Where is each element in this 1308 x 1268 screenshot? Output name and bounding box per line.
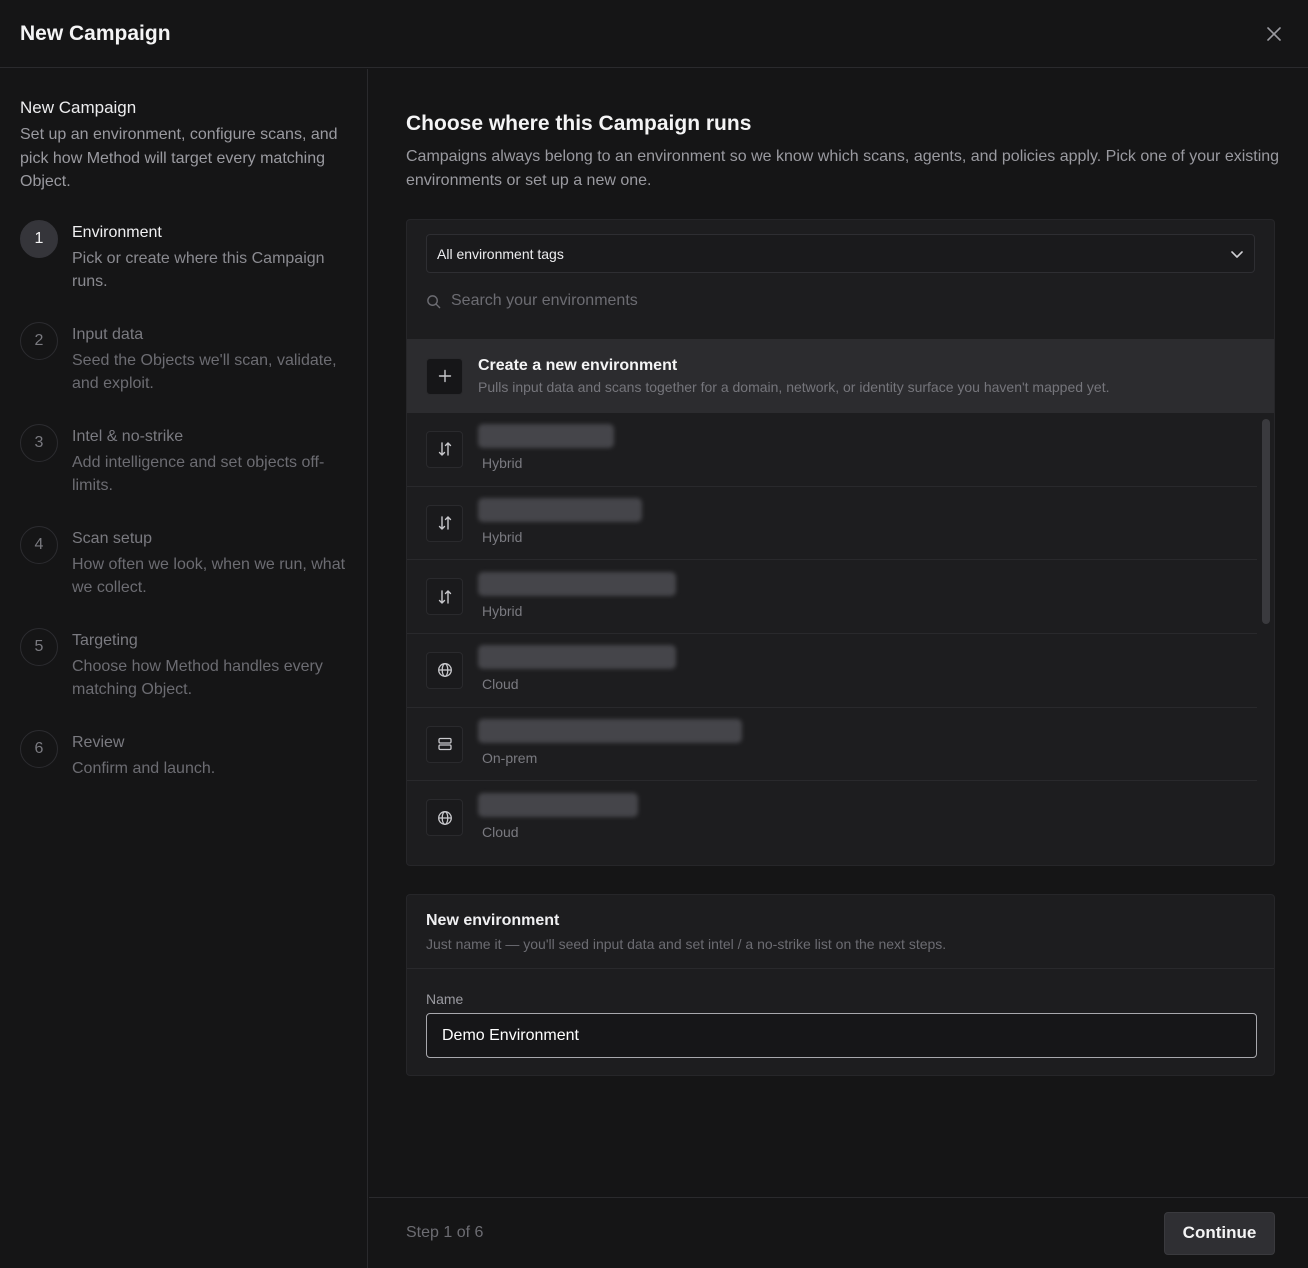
create-environment-description: Pulls input data and scans together for … bbox=[478, 379, 1110, 395]
redacted-environment-name bbox=[478, 498, 642, 523]
tag-select-value: All environment tags bbox=[437, 245, 564, 262]
step-number: 3 bbox=[20, 423, 58, 462]
step-number: 5 bbox=[20, 627, 58, 666]
create-environment-title: Create a new environment bbox=[478, 357, 678, 374]
step-number: 6 bbox=[20, 729, 58, 768]
redacted-environment-name bbox=[478, 424, 614, 449]
environment-tag-select[interactable]: All environment tags bbox=[426, 234, 1255, 273]
main-panel: Choose where this Campaign runs Campaign… bbox=[369, 69, 1308, 1197]
step-indicator: Step 1 of 6 bbox=[406, 1224, 484, 1241]
step-description: Pick or create where this Campaign runs. bbox=[72, 249, 325, 291]
redacted-environment-name bbox=[478, 571, 676, 596]
sync-arrows-icon bbox=[438, 442, 451, 457]
server-icon bbox=[437, 737, 452, 751]
page-description: Campaigns always belong to an environmen… bbox=[406, 148, 1280, 189]
continue-button[interactable]: Continue bbox=[1164, 1211, 1275, 1255]
search-bar bbox=[426, 292, 1151, 310]
step-environment[interactable]: 1 Environment Pick or create where this … bbox=[20, 219, 347, 322]
redacted-environment-name bbox=[478, 719, 742, 744]
environment-name-input[interactable] bbox=[426, 1013, 1257, 1058]
environment-row[interactable]: Cloud bbox=[407, 634, 1257, 708]
step-title: Targeting bbox=[72, 631, 138, 649]
close-icon bbox=[1267, 26, 1281, 41]
page-title: Choose where this Campaign runs bbox=[406, 112, 752, 135]
chevron-down-icon bbox=[1231, 250, 1243, 258]
step-number: 2 bbox=[20, 321, 58, 360]
modal-title: New Campaign bbox=[20, 21, 171, 45]
step-title: Environment bbox=[72, 223, 162, 241]
environment-type: Hybrid bbox=[482, 602, 523, 619]
step-title: Review bbox=[72, 733, 125, 751]
environment-row[interactable]: Cloud bbox=[407, 781, 1257, 853]
step-title: Input data bbox=[72, 325, 144, 343]
environment-row[interactable]: Hybrid bbox=[407, 413, 1257, 487]
step-description: Choose how Method handles every matching… bbox=[72, 657, 323, 699]
step-title: Scan setup bbox=[72, 529, 153, 547]
sync-arrows-icon bbox=[438, 590, 451, 604]
step-description: Confirm and launch. bbox=[72, 759, 216, 777]
globe-icon bbox=[437, 663, 452, 678]
sidebar-title: New Campaign bbox=[20, 98, 137, 117]
step-scan-setup[interactable]: 4 Scan setup How often we look, when we … bbox=[20, 525, 347, 628]
environment-row[interactable]: On-prem bbox=[407, 708, 1257, 782]
new-environment-description: Just name it — you'll seed input data an… bbox=[426, 936, 947, 952]
step-review[interactable]: 6 Review Confirm and launch. bbox=[20, 729, 347, 832]
new-environment-title: New environment bbox=[426, 912, 560, 929]
step-description: How often we look, when we run, what we … bbox=[72, 555, 346, 597]
step-list: 1 Environment Pick or create where this … bbox=[20, 219, 347, 832]
step-description: Add intelligence and set objects off-lim… bbox=[72, 453, 325, 495]
environment-picker: All environment tags Create a new enviro… bbox=[406, 219, 1275, 866]
plus-icon bbox=[438, 369, 451, 383]
wizard-sidebar: New Campaign Set up an environment, conf… bbox=[0, 69, 368, 1268]
environment-list: Hybrid Hybrid Hybrid Cloud On-prem Cloud bbox=[407, 413, 1257, 853]
environment-type: Cloud bbox=[482, 823, 519, 840]
sync-arrows-icon bbox=[438, 516, 451, 530]
create-environment-option[interactable]: Create a new environment Pulls input dat… bbox=[407, 339, 1274, 413]
step-number: 1 bbox=[20, 219, 58, 258]
plus-icon-box bbox=[426, 357, 463, 395]
wizard-footer: Step 1 of 6 Continue bbox=[369, 1197, 1308, 1268]
step-title: Intel & no-strike bbox=[72, 427, 184, 445]
environment-type: Hybrid bbox=[482, 455, 523, 472]
redacted-environment-name bbox=[478, 792, 638, 817]
environment-row[interactable]: Hybrid bbox=[407, 560, 1257, 635]
search-icon bbox=[427, 294, 441, 308]
name-label: Name bbox=[426, 991, 464, 1007]
step-number: 4 bbox=[20, 525, 58, 564]
new-environment-form: New environment Just name it — you'll se… bbox=[406, 894, 1275, 1076]
step-targeting[interactable]: 5 Targeting Choose how Method handles ev… bbox=[20, 627, 347, 730]
step-intel-no-strike[interactable]: 3 Intel & no-strike Add intelligence and… bbox=[20, 423, 347, 526]
close-button[interactable] bbox=[1260, 20, 1288, 48]
environment-list-scrollbar[interactable] bbox=[1262, 419, 1270, 624]
environment-search-input[interactable] bbox=[451, 292, 1151, 310]
step-input-data[interactable]: 2 Input data Seed the Objects we'll scan… bbox=[20, 321, 347, 424]
sidebar-description: Set up an environment, configure scans, … bbox=[20, 126, 338, 190]
modal-header: New Campaign bbox=[0, 0, 1308, 68]
environment-type: On-prem bbox=[482, 750, 538, 767]
environment-type: Hybrid bbox=[482, 529, 523, 546]
environment-type: Cloud bbox=[482, 676, 519, 693]
redacted-environment-name bbox=[478, 645, 676, 670]
step-description: Seed the Objects we'll scan, validate, a… bbox=[72, 351, 337, 393]
globe-icon bbox=[437, 810, 452, 825]
environment-row[interactable]: Hybrid bbox=[407, 487, 1257, 561]
